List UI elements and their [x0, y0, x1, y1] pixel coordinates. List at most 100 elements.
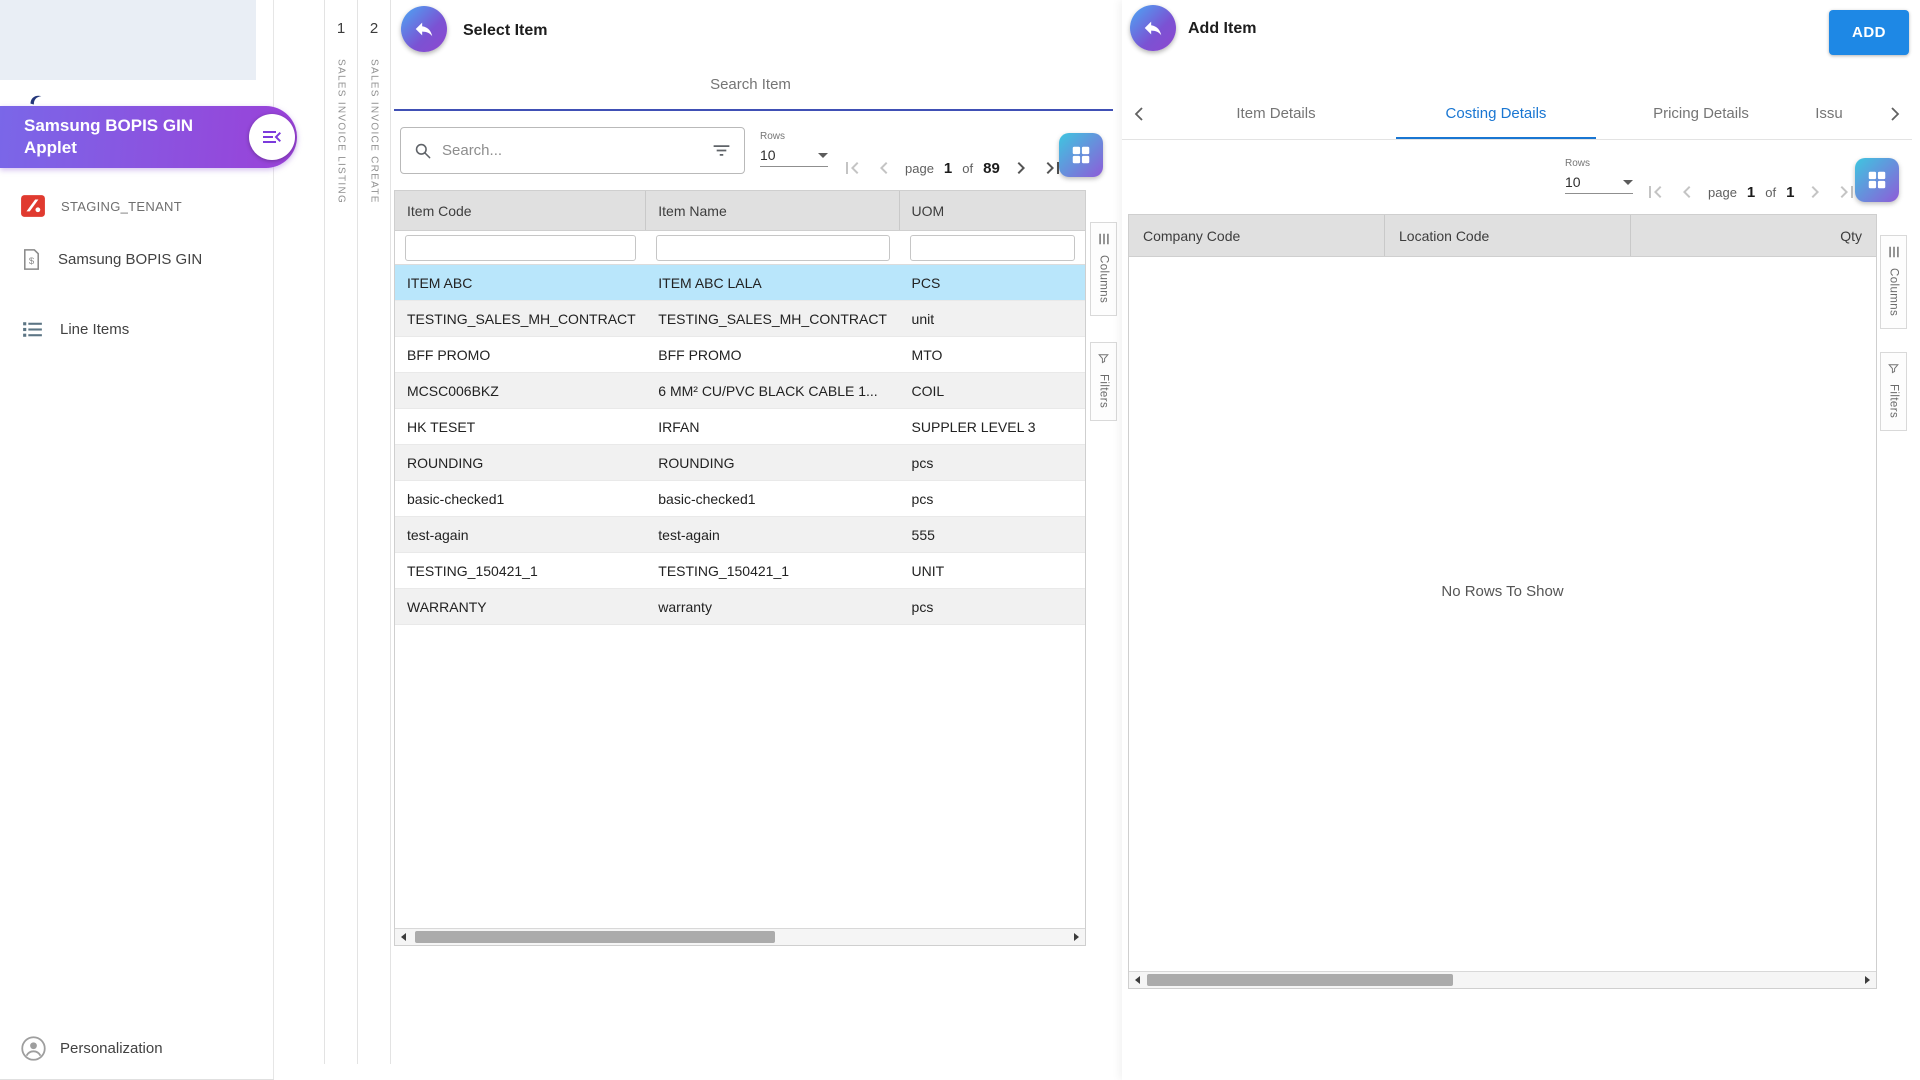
back-button[interactable] — [1130, 5, 1176, 51]
tab-issue[interactable]: Issu — [1806, 88, 1852, 139]
scroll-right-button[interactable] — [1068, 929, 1085, 945]
back-button[interactable] — [401, 6, 447, 52]
grid-row[interactable]: basic-checked1 basic-checked1 pcs — [395, 481, 1085, 517]
column-header-uom[interactable]: UOM — [900, 191, 1085, 230]
cell-item-name: TESTING_150421_1 — [646, 553, 899, 588]
sidebar-item-label: STAGING_TENANT — [61, 199, 182, 214]
first-page-icon — [840, 156, 864, 180]
next-page-button[interactable] — [1008, 155, 1034, 181]
scroll-right-button[interactable] — [1859, 972, 1876, 988]
grid-row[interactable]: ITEM ABC ITEM ABC LALA PCS — [395, 265, 1085, 301]
column-header-company-code[interactable]: Company Code — [1129, 215, 1385, 256]
cell-item-code: MCSC006BKZ — [395, 373, 646, 408]
cell-item-code: ITEM ABC — [395, 265, 646, 300]
grid-row[interactable]: ROUNDING ROUNDING pcs — [395, 445, 1085, 481]
column-header-item-name[interactable]: Item Name — [646, 191, 899, 230]
sidebar-item-label: Samsung BOPIS GIN — [58, 251, 202, 268]
scrollbar-thumb[interactable] — [1147, 974, 1453, 986]
applet-nav-item[interactable]: Samsung BOPIS GIN Applet — [0, 106, 297, 168]
uom-filter-input[interactable] — [910, 235, 1075, 261]
grid-row[interactable]: test-again test-again 555 — [395, 517, 1085, 553]
workflow-tab-sales-invoice-listing[interactable]: 1 SALES INVOICE LISTING — [324, 0, 357, 1064]
tab-label: Costing Details — [1446, 105, 1547, 122]
search-box[interactable] — [400, 127, 745, 174]
tab-costing-details[interactable]: Costing Details — [1396, 88, 1596, 139]
rows-per-page-select[interactable]: Rows 10 — [1565, 158, 1633, 194]
tab-scroll-left-button[interactable] — [1122, 88, 1156, 139]
columns-panel-tab[interactable]: Columns — [1880, 235, 1907, 329]
cell-uom: MTO — [900, 337, 1085, 372]
sidebar: Samsung BOPIS GIN Applet STAGING_TENANT … — [0, 0, 274, 1080]
tab-pricing-details[interactable]: Pricing Details — [1596, 88, 1806, 139]
sidebar-item-samsung-bopis-gin[interactable]: $ Samsung BOPIS GIN — [0, 236, 274, 282]
cell-uom: UNIT — [900, 553, 1085, 588]
cell-item-name: BFF PROMO — [646, 337, 899, 372]
grid-row[interactable]: HK TESET IRFAN SUPPLER LEVEL 3 — [395, 409, 1085, 445]
grid-view-button[interactable] — [1059, 133, 1103, 177]
grid-view-button[interactable] — [1855, 158, 1899, 202]
workflow-tabstrip: 1 SALES INVOICE LISTING 2 SALES INVOICE … — [324, 0, 390, 1064]
filters-panel-tab[interactable]: Filters — [1090, 342, 1117, 421]
scroll-left-icon — [401, 933, 406, 941]
filter-funnel-icon — [1097, 352, 1110, 365]
scroll-right-icon — [1865, 976, 1870, 984]
column-header-qty[interactable]: Qty — [1631, 215, 1876, 256]
filters-panel-label: Filters — [1098, 374, 1110, 408]
first-page-button[interactable] — [1642, 179, 1668, 205]
search-icon — [413, 141, 432, 160]
prev-page-button[interactable] — [1674, 179, 1700, 205]
page-total: 1 — [1784, 184, 1796, 201]
page-word: page — [903, 161, 936, 176]
page-current: 1 — [1745, 184, 1757, 201]
pagination: page 1 of 1 — [1642, 170, 1860, 214]
cell-item-code: TESTING_150421_1 — [395, 553, 646, 588]
first-page-button[interactable] — [839, 155, 865, 181]
scroll-left-icon — [1135, 976, 1140, 984]
column-header-item-code[interactable]: Item Code — [395, 191, 646, 230]
rows-per-page-select[interactable]: Rows 10 — [760, 131, 828, 167]
grid-header: Company Code Location Code Qty — [1129, 215, 1876, 257]
columns-panel-tab[interactable]: Columns — [1090, 222, 1117, 316]
grid-header: Item Code Item Name UOM — [395, 191, 1085, 231]
cell-item-name: ROUNDING — [646, 445, 899, 480]
scrollbar-thumb[interactable] — [415, 931, 775, 943]
menu-open-icon — [260, 125, 284, 149]
tab-scroll-right-button[interactable] — [1878, 88, 1912, 139]
columns-panel-label: Columns — [1098, 255, 1110, 303]
workflow-tab-sales-invoice-create[interactable]: 2 SALES INVOICE CREATE — [357, 0, 390, 1064]
cell-uom: unit — [900, 301, 1085, 336]
menu-open-button[interactable] — [249, 114, 295, 160]
next-page-icon — [1009, 156, 1033, 180]
cell-item-name: test-again — [646, 517, 899, 552]
scroll-left-button[interactable] — [395, 929, 412, 945]
grid-row[interactable]: MCSC006BKZ 6 MM² CU/PVC BLACK CABLE 1...… — [395, 373, 1085, 409]
horizontal-scrollbar[interactable] — [395, 928, 1085, 945]
grid-row[interactable]: TESTING_SALES_MH_CONTRACT TESTING_SALES_… — [395, 301, 1085, 337]
tab-item-details[interactable]: Item Details — [1156, 88, 1396, 139]
item-name-filter-input[interactable] — [656, 235, 889, 261]
column-header-location-code[interactable]: Location Code — [1385, 215, 1631, 256]
back-icon — [1142, 17, 1164, 39]
prev-page-button[interactable] — [871, 155, 897, 181]
horizontal-scrollbar[interactable] — [1129, 971, 1876, 988]
filter-list-icon[interactable] — [711, 140, 732, 161]
logo-placeholder — [0, 0, 256, 80]
first-page-icon — [1643, 180, 1667, 204]
person-icon — [20, 1035, 47, 1062]
cell-uom: pcs — [900, 481, 1085, 516]
sidebar-item-personalization[interactable]: Personalization — [0, 1022, 274, 1074]
item-code-filter-input[interactable] — [405, 235, 636, 261]
grid-row[interactable]: TESTING_150421_1 TESTING_150421_1 UNIT — [395, 553, 1085, 589]
tab-search-item[interactable]: Search Item — [391, 76, 1110, 93]
search-input[interactable] — [442, 142, 701, 159]
add-button[interactable]: ADD — [1829, 10, 1909, 55]
sidebar-item-staging-tenant[interactable]: STAGING_TENANT — [0, 183, 274, 229]
cell-uom: PCS — [900, 265, 1085, 300]
next-page-button[interactable] — [1802, 179, 1828, 205]
sidebar-item-line-items[interactable]: Line Items — [0, 306, 274, 352]
grid-row[interactable]: BFF PROMO BFF PROMO MTO — [395, 337, 1085, 373]
filters-panel-tab[interactable]: Filters — [1880, 352, 1907, 431]
scroll-left-button[interactable] — [1129, 972, 1146, 988]
workflow-tab-label: SALES INVOICE LISTING — [336, 59, 347, 204]
grid-row[interactable]: WARRANTY warranty pcs — [395, 589, 1085, 625]
